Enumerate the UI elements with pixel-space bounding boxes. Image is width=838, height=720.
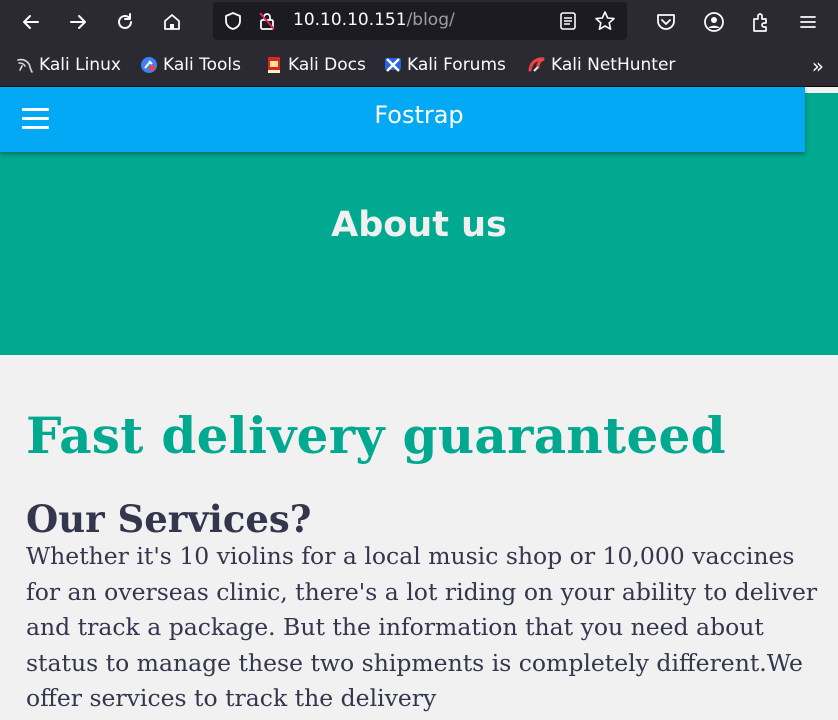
main-content: Fast delivery guaranteed Our Services? W… bbox=[26, 355, 826, 717]
url-text: 10.10.10.151/blog/ bbox=[293, 10, 455, 30]
bookmark-kali-tools[interactable]: Kali Tools bbox=[140, 54, 241, 76]
bookmark-kali-nethunter[interactable]: Kali NetHunter bbox=[528, 54, 675, 76]
puzzle-icon bbox=[753, 13, 767, 32]
bookmark-star-icon[interactable] bbox=[594, 10, 616, 32]
account-button[interactable] bbox=[698, 6, 730, 38]
reload-button[interactable] bbox=[109, 6, 141, 38]
hamburger-menu-icon bbox=[800, 16, 816, 28]
reader-view-icon[interactable] bbox=[559, 11, 577, 31]
arrow-right-icon bbox=[70, 15, 86, 29]
home-button[interactable] bbox=[156, 6, 188, 38]
bookmark-kali-docs[interactable]: Kali Docs bbox=[265, 54, 366, 76]
insecure-lock-icon[interactable] bbox=[257, 10, 277, 32]
bookmark-kali-linux[interactable]: Kali Linux bbox=[16, 54, 121, 76]
kali-forums-icon bbox=[385, 58, 401, 72]
bookmark-kali-forums[interactable]: Kali Forums bbox=[384, 54, 506, 76]
address-bar[interactable]: 10.10.10.151/blog/ bbox=[213, 2, 627, 40]
pocket-icon bbox=[657, 14, 675, 30]
bookmark-label: Kali Linux bbox=[39, 55, 121, 75]
web-page: About us Fostrap Fast delivery guarantee… bbox=[0, 87, 838, 720]
browser-toolbar: 10.10.10.151/blog/ bbox=[0, 0, 838, 44]
page-headline: Fast delivery guaranteed bbox=[26, 406, 726, 465]
bookmarks-toolbar: Kali Linux Kali Tools Kali Docs Kali For… bbox=[0, 44, 838, 87]
menu-button[interactable] bbox=[792, 6, 824, 38]
site-brand[interactable]: Fostrap bbox=[0, 101, 838, 129]
forward-button[interactable] bbox=[62, 6, 94, 38]
services-paragraph: Whether it's 10 violins for a local musi… bbox=[26, 542, 818, 712]
bookmark-label: Kali NetHunter bbox=[551, 55, 676, 75]
kali-docs-icon bbox=[268, 57, 280, 73]
site-navbar: Fostrap bbox=[0, 87, 805, 152]
reload-icon bbox=[118, 13, 132, 29]
bookmark-label: Kali Tools bbox=[163, 55, 241, 75]
url-host: 10.10.10.151 bbox=[293, 10, 407, 30]
url-path: /blog/ bbox=[406, 10, 455, 30]
section-heading: Our Services? bbox=[26, 497, 312, 541]
home-icon bbox=[164, 14, 180, 30]
kali-nethunter-icon bbox=[528, 57, 545, 72]
hero-title: About us bbox=[331, 205, 507, 245]
shield-icon bbox=[225, 12, 241, 30]
bookmark-label: Kali Forums bbox=[407, 55, 506, 75]
kali-tools-icon bbox=[141, 57, 157, 73]
back-button[interactable] bbox=[15, 6, 47, 38]
extensions-button[interactable] bbox=[745, 6, 777, 38]
more-bookmarks-button[interactable]: » bbox=[812, 54, 824, 78]
bookmark-label: Kali Docs bbox=[288, 55, 366, 75]
pocket-button[interactable] bbox=[650, 6, 682, 38]
kali-dragon-icon bbox=[17, 58, 33, 73]
arrow-left-icon bbox=[23, 15, 39, 29]
account-icon bbox=[704, 12, 724, 32]
